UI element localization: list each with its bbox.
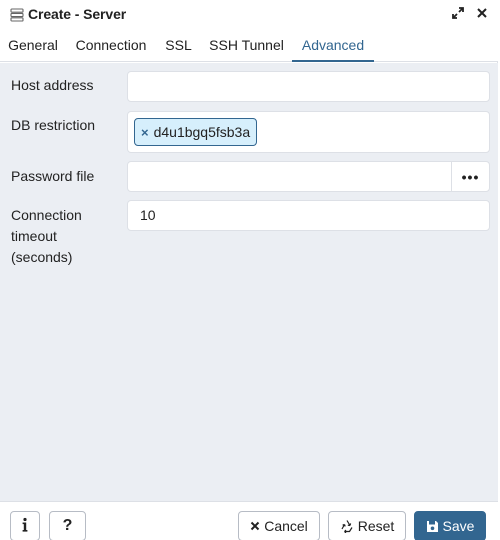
maximize-icon <box>451 6 465 23</box>
cancel-button[interactable]: Cancel <box>238 511 320 540</box>
server-icon <box>10 8 24 22</box>
db-restriction-tag-text: d4u1bgq5fsb3a <box>153 124 251 140</box>
host-address-input[interactable] <box>127 71 490 102</box>
save-button[interactable]: Save <box>414 511 486 540</box>
host-address-label: Host address <box>11 77 94 93</box>
info-icon <box>21 517 29 536</box>
ellipsis-icon: ••• <box>461 168 480 185</box>
advanced-tab-panel: Host address DB restriction × d4u1bgq5fs… <box>0 63 498 501</box>
db-restriction-label: DB restriction <box>11 117 96 133</box>
close-icon <box>250 521 260 531</box>
create-server-dialog: Create - Server General Connection SSL S… <box>0 0 498 540</box>
save-label: Save <box>442 518 475 534</box>
cancel-label: Cancel <box>264 518 308 534</box>
tab-ssh-tunnel[interactable]: SSH Tunnel <box>201 30 292 62</box>
dialog-footer: ? Cancel Reset Save <box>0 501 498 540</box>
dialog-title: Create - Server <box>28 6 127 22</box>
password-file-label: Password file <box>11 168 95 184</box>
question-icon: ? <box>62 517 73 534</box>
connection-timeout-input[interactable]: 10 <box>127 200 490 231</box>
recycle-icon <box>340 519 354 533</box>
close-button[interactable] <box>473 5 491 23</box>
tab-connection[interactable]: Connection <box>66 30 156 62</box>
floppy-disk-icon <box>426 520 439 533</box>
info-button[interactable] <box>10 511 40 540</box>
db-restriction-input[interactable]: × d4u1bgq5fsb3a <box>127 111 490 153</box>
tab-bar: General Connection SSL SSH Tunnel Advanc… <box>0 30 498 62</box>
tab-general[interactable]: General <box>0 30 66 62</box>
reset-button[interactable]: Reset <box>328 511 406 540</box>
close-icon <box>476 6 488 22</box>
tab-advanced[interactable]: Advanced <box>292 30 374 62</box>
connection-timeout-label: Connection timeout (seconds) <box>11 207 82 265</box>
dialog-title-bar[interactable]: Create - Server <box>0 0 498 30</box>
password-file-input[interactable] <box>127 161 452 192</box>
browse-file-button[interactable]: ••• <box>451 161 490 192</box>
reset-label: Reset <box>357 518 395 534</box>
tab-ssl[interactable]: SSL <box>156 30 201 62</box>
db-restriction-tag: × d4u1bgq5fsb3a <box>134 118 258 146</box>
remove-tag-icon[interactable]: × <box>141 125 149 140</box>
help-button[interactable]: ? <box>49 511 86 540</box>
maximize-button[interactable] <box>449 5 467 23</box>
